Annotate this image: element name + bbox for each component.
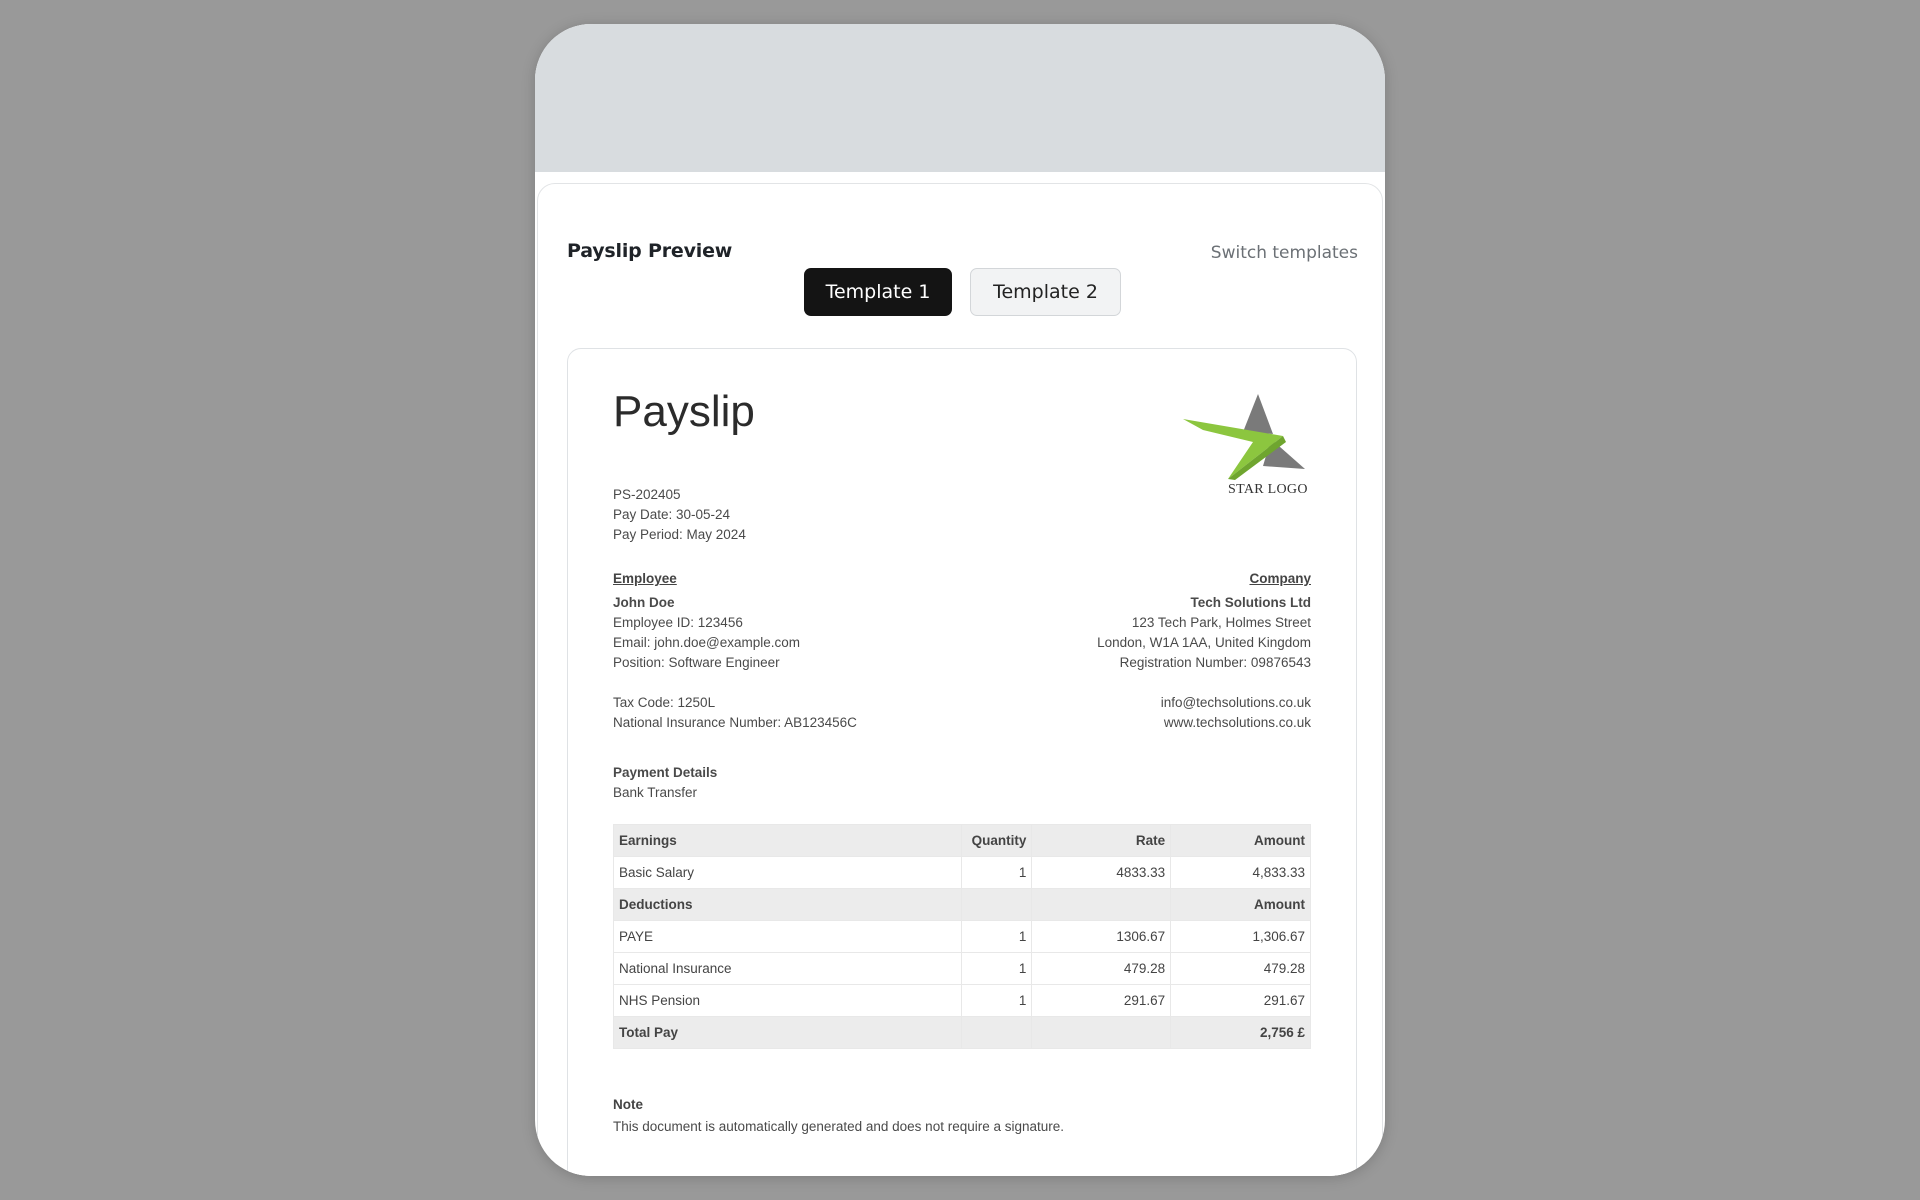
earning-label: Basic Salary (612, 856, 963, 889)
deduction-amount: 1,306.67 (1170, 920, 1311, 953)
rate-header: Rate (1031, 824, 1172, 857)
employee-name: John Doe (613, 595, 675, 610)
table-row: NHS Pension 1 291.67 291.67 (612, 984, 1311, 1017)
payment-heading: Payment Details (613, 765, 718, 780)
deduction-rate: 1306.67 (1031, 920, 1172, 953)
deduction-amount: 291.67 (1170, 984, 1311, 1017)
pay-period: Pay Period: May 2024 (613, 527, 746, 542)
deduction-label: PAYE (612, 920, 963, 953)
quantity-header: Quantity (961, 824, 1033, 857)
company-address-1: 123 Tech Park, Holmes Street (1131, 615, 1311, 630)
total-amount: 2,756 £ (1170, 1016, 1311, 1049)
payslip-document: Payslip PS-202405 Pay Date: 30-05-24 Pay… (567, 348, 1357, 1176)
top-bar-area (535, 24, 1385, 172)
deduction-label: National Insurance (612, 952, 963, 985)
deduction-quantity: 1 (961, 952, 1033, 985)
switch-templates-link[interactable]: Switch templates (1211, 243, 1358, 263)
payslip-title: Payslip (613, 387, 755, 436)
deductions-amount-header: Amount (1170, 888, 1311, 921)
tax-code: Tax Code: 1250L (613, 695, 716, 710)
deduction-rate: 291.67 (1031, 984, 1172, 1017)
company-registration: Registration Number: 09876543 (1119, 655, 1311, 670)
table-row: Basic Salary 1 4833.33 4,833.33 (612, 856, 1311, 889)
earning-quantity: 1 (961, 856, 1033, 889)
employee-heading: Employee (613, 571, 677, 586)
page-title: Payslip Preview (567, 240, 733, 262)
deduction-label: NHS Pension (612, 984, 963, 1017)
deduction-rate: 479.28 (1031, 952, 1172, 985)
deduction-amount: 479.28 (1170, 952, 1311, 985)
note-heading: Note (613, 1097, 643, 1112)
table-row: National Insurance 1 479.28 479.28 (612, 952, 1311, 985)
employee-position: Position: Software Engineer (613, 655, 780, 670)
company-email: info@techsolutions.co.uk (1160, 695, 1311, 710)
deduction-quantity: 1 (961, 920, 1033, 953)
payslip-number: PS-202405 (613, 487, 681, 502)
ni-number: National Insurance Number: AB123456C (613, 715, 857, 730)
payment-method: Bank Transfer (613, 785, 698, 800)
company-heading: Company (1249, 571, 1311, 586)
company-name: Tech Solutions Ltd (1190, 595, 1312, 610)
deductions-header: Deductions (612, 888, 963, 921)
company-address-2: London, W1A 1AA, United Kingdom (1097, 635, 1311, 650)
tab-template-2[interactable]: Template 2 (970, 268, 1121, 316)
company-website: www.techsolutions.co.uk (1163, 715, 1311, 730)
app-viewport: Payslip Preview Switch templates Templat… (535, 24, 1385, 1176)
earning-rate: 4833.33 (1031, 856, 1172, 889)
deductions-header-row: Deductions Amount (612, 888, 1311, 921)
total-row: Total Pay 2,756 £ (612, 1016, 1311, 1049)
deduction-quantity: 1 (961, 984, 1033, 1017)
payslip-table: Earnings Quantity Rate Amount Basic Sala… (612, 824, 1311, 1049)
earnings-header: Earnings (612, 824, 963, 857)
pay-date: Pay Date: 30-05-24 (613, 507, 731, 522)
amount-header: Amount (1170, 824, 1311, 857)
earnings-header-row: Earnings Quantity Rate Amount (612, 824, 1311, 857)
table-row: PAYE 1 1306.67 1,306.67 (612, 920, 1311, 953)
note-text: This document is automatically generated… (613, 1119, 1065, 1134)
employee-email: Email: john.doe@example.com (613, 635, 801, 650)
tab-template-1[interactable]: Template 1 (804, 268, 952, 316)
earning-amount: 4,833.33 (1170, 856, 1311, 889)
logo-text: STAR LOGO (1228, 482, 1308, 497)
total-label: Total Pay (612, 1016, 963, 1049)
employee-id: Employee ID: 123456 (613, 615, 743, 630)
